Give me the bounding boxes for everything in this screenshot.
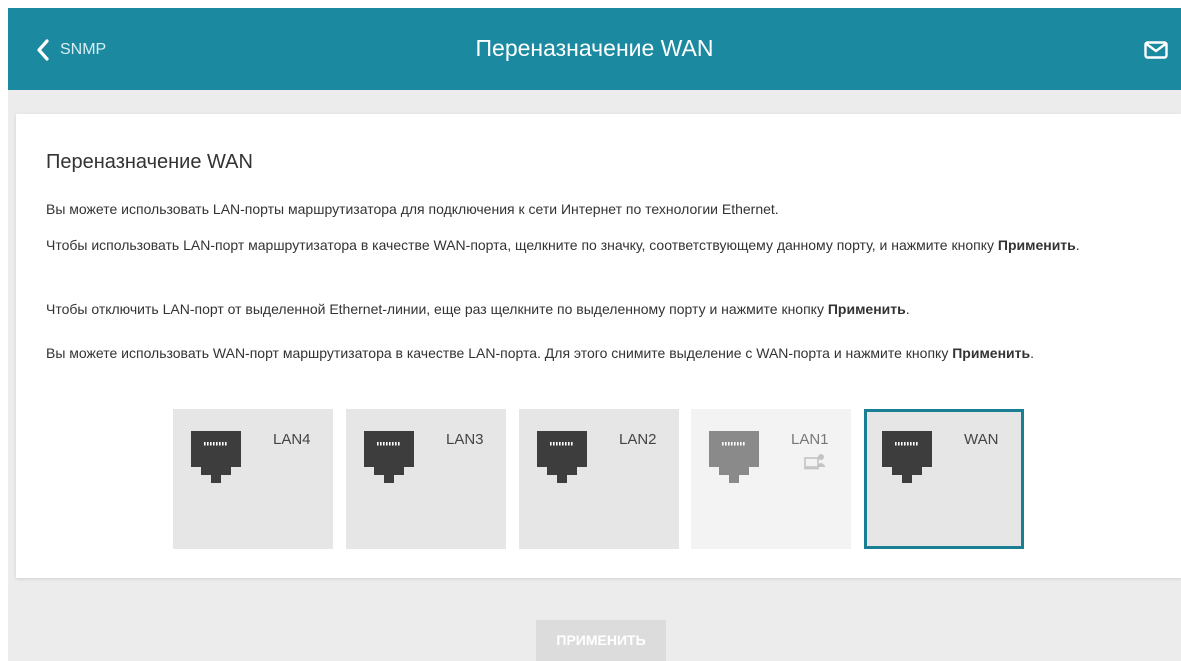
port-label: LAN3 xyxy=(446,431,484,448)
port-label: LAN1 xyxy=(791,431,829,448)
ethernet-port-icon xyxy=(709,431,759,483)
wan-remap-card: Переназначение WAN Вы можете использоват… xyxy=(16,114,1181,578)
mail-icon[interactable] xyxy=(1144,41,1168,59)
computer-user-icon xyxy=(804,454,826,470)
description-paragraph-2: Чтобы использовать LAN-порт маршрутизато… xyxy=(46,237,1080,253)
ethernet-port-icon xyxy=(191,431,241,483)
ethernet-port-icon xyxy=(537,431,587,483)
port-label: WAN xyxy=(964,431,999,448)
ethernet-port-icon xyxy=(364,431,414,483)
port-lan2[interactable]: LAN2 xyxy=(519,409,679,549)
ethernet-port-icon xyxy=(882,431,932,483)
port-lan3[interactable]: LAN3 xyxy=(346,409,506,549)
port-lan4[interactable]: LAN4 xyxy=(173,409,333,549)
port-label: LAN4 xyxy=(273,431,311,448)
description-paragraph-4: Вы можете использовать WAN-порт маршрути… xyxy=(46,345,1034,361)
port-lan1[interactable]: LAN1 xyxy=(691,409,851,549)
apply-button[interactable]: ПРИМЕНИТЬ xyxy=(536,620,666,661)
page-title: Переназначение WAN xyxy=(475,35,714,61)
card-title: Переназначение WAN xyxy=(46,151,253,173)
app-window: SNMP Переназначение WAN Переназначение W… xyxy=(8,8,1181,661)
description-paragraph-3: Чтобы отключить LAN-порт от выделенной E… xyxy=(46,301,910,317)
port-wan[interactable]: WAN xyxy=(864,409,1024,549)
port-label: LAN2 xyxy=(619,431,657,448)
description-paragraph-1: Вы можете использовать LAN-порты маршрут… xyxy=(46,201,779,217)
header-bar: SNMP Переназначение WAN xyxy=(8,8,1181,90)
